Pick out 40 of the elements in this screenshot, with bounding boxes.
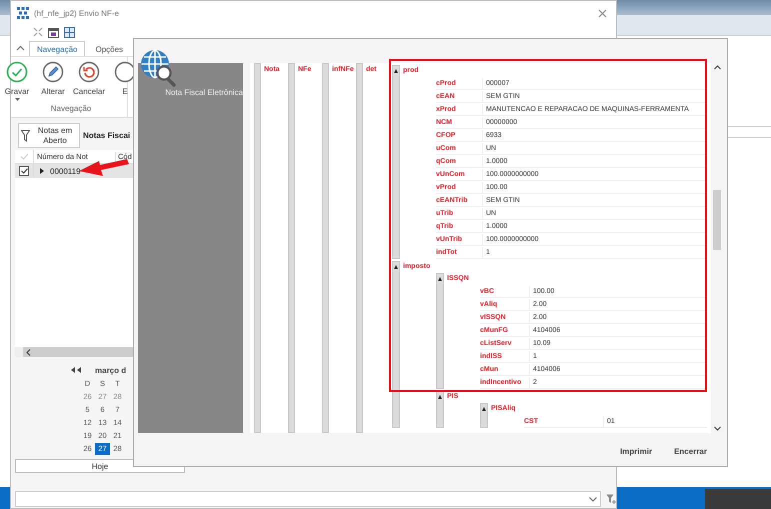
filter-icon[interactable] (606, 494, 616, 504)
expand-arrow-icon[interactable] (40, 168, 44, 174)
close-icon[interactable] (598, 8, 607, 18)
toggle-icon[interactable] (438, 277, 442, 281)
calendar-icon[interactable] (48, 26, 59, 38)
checkbox[interactable] (19, 166, 29, 176)
ribbon-button[interactable]: Gravar (0, 57, 35, 101)
dialog-button[interactable]: Encerrar (668, 443, 713, 460)
filter-button[interactable]: Notas em Aberto (18, 123, 80, 148)
ribbon-tab[interactable]: Opções (87, 41, 132, 56)
check-icon (20, 153, 28, 160)
pointer-arrow (79, 159, 129, 177)
grid-title: Notas Fiscai (83, 131, 130, 140)
ribbon-button[interactable]: E (107, 57, 143, 101)
ribbon-button[interactable]: Alterar (35, 57, 71, 101)
panel-heading: Nota Fiscal Eletrônica (165, 88, 243, 97)
pencil-icon (42, 61, 64, 83)
undo-icon (78, 61, 100, 83)
logo-icon (17, 7, 29, 19)
ribbon-tab[interactable]: Navegação (29, 41, 86, 56)
group-label: Navegação (50, 104, 92, 113)
table-cell: 0000119 (50, 166, 81, 176)
previous-icon[interactable] (71, 367, 81, 373)
dialog-button[interactable]: Imprimir (614, 443, 658, 460)
ribbon-button[interactable]: Cancelar (71, 57, 107, 101)
scrollbar[interactable] (712, 63, 722, 433)
collapse-icon[interactable] (16, 45, 25, 51)
month-title: março d (95, 366, 126, 374)
grid-icon[interactable] (64, 26, 75, 38)
funnel-icon (21, 130, 30, 142)
toggle-icon[interactable] (482, 407, 486, 411)
window-title: (hf_nfe_jp2) Envio NF-e (34, 8, 120, 18)
caret-icon[interactable] (14, 98, 20, 101)
dropdown-icon[interactable] (589, 496, 597, 502)
toggle-icon[interactable] (438, 395, 442, 399)
filter-field[interactable] (15, 491, 601, 507)
toggle-icon[interactable] (394, 69, 398, 73)
scroll-thumb[interactable] (713, 190, 721, 250)
expand-icon[interactable] (33, 27, 43, 37)
toggle-icon[interactable] (394, 265, 398, 269)
